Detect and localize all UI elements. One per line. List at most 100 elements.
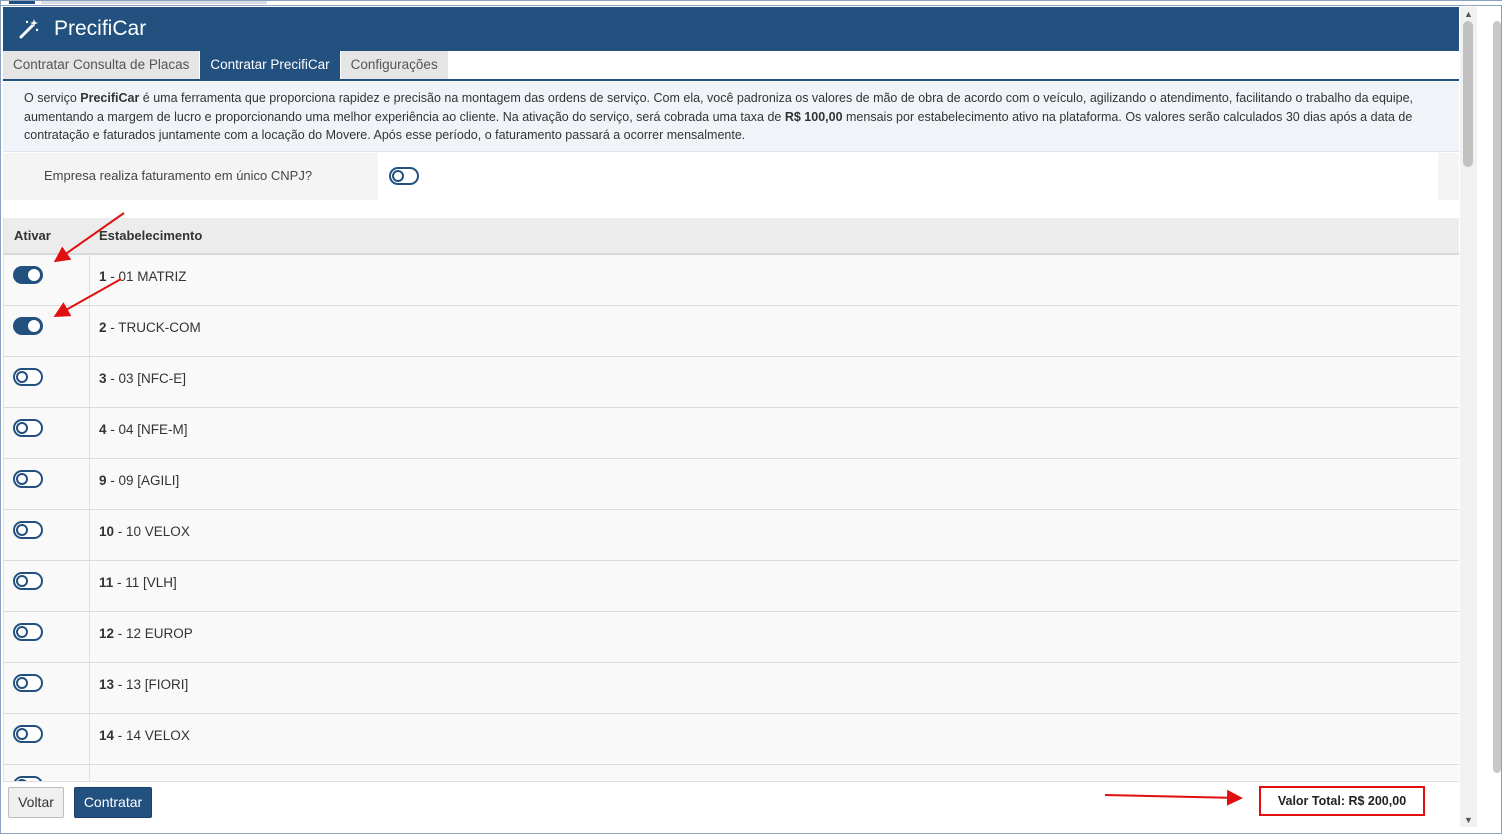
tab-indicator-secondary [41,1,267,4]
ativar-toggle[interactable] [13,470,43,488]
estabelecimento-code: 11 [99,575,114,590]
ativar-cell [4,306,90,356]
estabelecimento-cell: 12 - 12 EUROP [90,612,1459,662]
table-row: 1 - 01 MATRIZ [4,255,1459,306]
total-value: Valor Total: R$ 200,00 [1259,786,1425,816]
ativar-cell [4,714,90,764]
estabelecimento-code: 9 [99,473,107,488]
table-row: 9 - 09 [AGILI] [4,459,1459,510]
toggle-knob [16,371,28,383]
table-row: 11 - 11 [VLH] [4,561,1459,612]
ativar-cell [4,561,90,611]
estabelecimento-cell: 9 - 09 [AGILI] [90,459,1459,509]
magic-wand-icon [18,18,40,40]
table-row: 2 - TRUCK-COM [4,306,1459,357]
ativar-toggle[interactable] [13,521,43,539]
estabelecimento-code: 13 [99,677,115,692]
ativar-toggle[interactable] [13,572,43,590]
ativar-toggle[interactable] [13,266,43,284]
table-body: 1 - 01 MATRIZ 2 - TRUCK-COM 3 - 03 [NFC-E]… [4,255,1459,781]
ativar-cell [4,765,90,781]
estabelecimento-name: - 04 [NFE-M] [106,422,188,437]
tab-contratar-precificar[interactable]: Contratar PrecifiCar [200,51,340,79]
service-description: O serviço PrecifiCar é uma ferramenta qu… [3,82,1459,152]
single-cnpj-row: Empresa realiza faturamento em único CNP… [3,153,1459,200]
description-text-1: O serviço [24,91,81,105]
single-cnpj-label: Empresa realiza faturamento em único CNP… [44,168,313,183]
estabelecimento-name: - 11 [VLH] [113,575,177,590]
estabelecimento-cell [90,765,1459,781]
estabelecimento-cell: 4 - 04 [NFE-M] [90,408,1459,458]
estabelecimento-cell: 11 - 11 [VLH] [90,561,1459,611]
ativar-cell [4,663,90,713]
single-cnpj-toggle[interactable] [389,167,419,185]
toggle-knob [28,269,40,281]
toggle-knob [28,320,40,332]
estabelecimento-code: 14 [99,728,115,743]
estabelecimento-cell: 13 - 13 [FIORI] [90,663,1459,713]
toggle-knob [16,422,28,434]
estabelecimento-name: - 14 VELOX [114,728,190,743]
scrollbar-thumb[interactable] [1463,21,1473,167]
estabelecimento-code: 12 [99,626,115,641]
app-window: PrecifiCar Contratar Consulta de Placas C… [0,0,1502,834]
scroll-up-arrow-icon[interactable]: ▲ [1464,9,1473,19]
ativar-cell [4,255,90,305]
ativar-toggle[interactable] [13,623,43,641]
estabelecimento-cell: 14 - 14 VELOX [90,714,1459,764]
estabelecimento-name: - 13 [FIORI] [114,677,189,692]
estabelecimento-code: 1 [99,269,107,284]
ativar-cell [4,612,90,662]
establishments-table: Ativar Estabelecimento 1 - 01 MATRIZ 2 - … [3,218,1459,781]
ativar-toggle[interactable] [13,317,43,335]
ativar-toggle[interactable] [13,674,43,692]
estabelecimento-cell: 3 - 03 [NFC-E] [90,357,1459,407]
toggle-knob [16,728,28,740]
estabelecimento-code: 4 [99,422,107,437]
toggle-knob [16,473,28,485]
table-row: 10 - 10 VELOX [4,510,1459,561]
estabelecimento-name: - TRUCK-COM [106,320,201,335]
estabelecimento-code: 10 [99,524,115,539]
table-header: Ativar Estabelecimento [4,218,1459,255]
toggle-knob [16,677,28,689]
ativar-cell [4,459,90,509]
estabelecimento-name: - 03 [NFC-E] [106,371,187,386]
estabelecimento-name: - 12 EUROP [114,626,193,641]
table-row: 12 - 12 EUROP [4,612,1459,663]
tab-bar: Contratar Consulta de Placas Contratar Pr… [3,51,1459,81]
toggle-knob [16,524,28,536]
estabelecimento-name: - 10 VELOX [114,524,190,539]
toggle-knob [16,575,28,587]
toggle-knob [16,626,28,638]
contract-button[interactable]: Contratar [74,787,152,818]
description-brand: PrecifiCar [80,91,140,105]
ativar-cell [4,510,90,560]
toggle-knob [392,170,404,182]
ativar-toggle[interactable] [13,368,43,386]
ativar-cell [4,357,90,407]
page-scrollbar[interactable] [1493,21,1501,773]
description-price: R$ 100,00 [784,109,843,124]
table-row: 13 - 13 [FIORI] [4,663,1459,714]
column-header-estabelecimento: Estabelecimento [99,228,203,243]
tab-contratar-consulta-de-placas[interactable]: Contratar Consulta de Placas [3,51,200,79]
ativar-toggle[interactable] [13,419,43,437]
estabelecimento-cell: 10 - 10 VELOX [90,510,1459,560]
estabelecimento-cell: 2 - TRUCK-COM [90,306,1459,356]
estabelecimento-name: - 01 MATRIZ [106,269,187,284]
modal-header: PrecifiCar [3,7,1459,51]
estabelecimento-cell: 1 - 01 MATRIZ [90,255,1459,305]
estabelecimento-name: - 09 [AGILI] [106,473,180,488]
scroll-down-arrow-icon[interactable]: ▼ [1464,815,1473,825]
single-cnpj-cell [378,153,1438,200]
table-row: 3 - 03 [NFC-E] [4,357,1459,408]
table-row [4,765,1459,781]
back-button[interactable]: Voltar [8,787,64,818]
modal-footer: Voltar Contratar Valor Total: R$ 200,00 [3,781,1459,829]
tab-configura-es[interactable]: Configurações [340,51,448,79]
table-row: 14 - 14 VELOX [4,714,1459,765]
ativar-toggle[interactable] [13,725,43,743]
modal-scrollbar[interactable]: ▲ ▼ [1460,7,1477,827]
page-title: PrecifiCar [54,17,147,40]
